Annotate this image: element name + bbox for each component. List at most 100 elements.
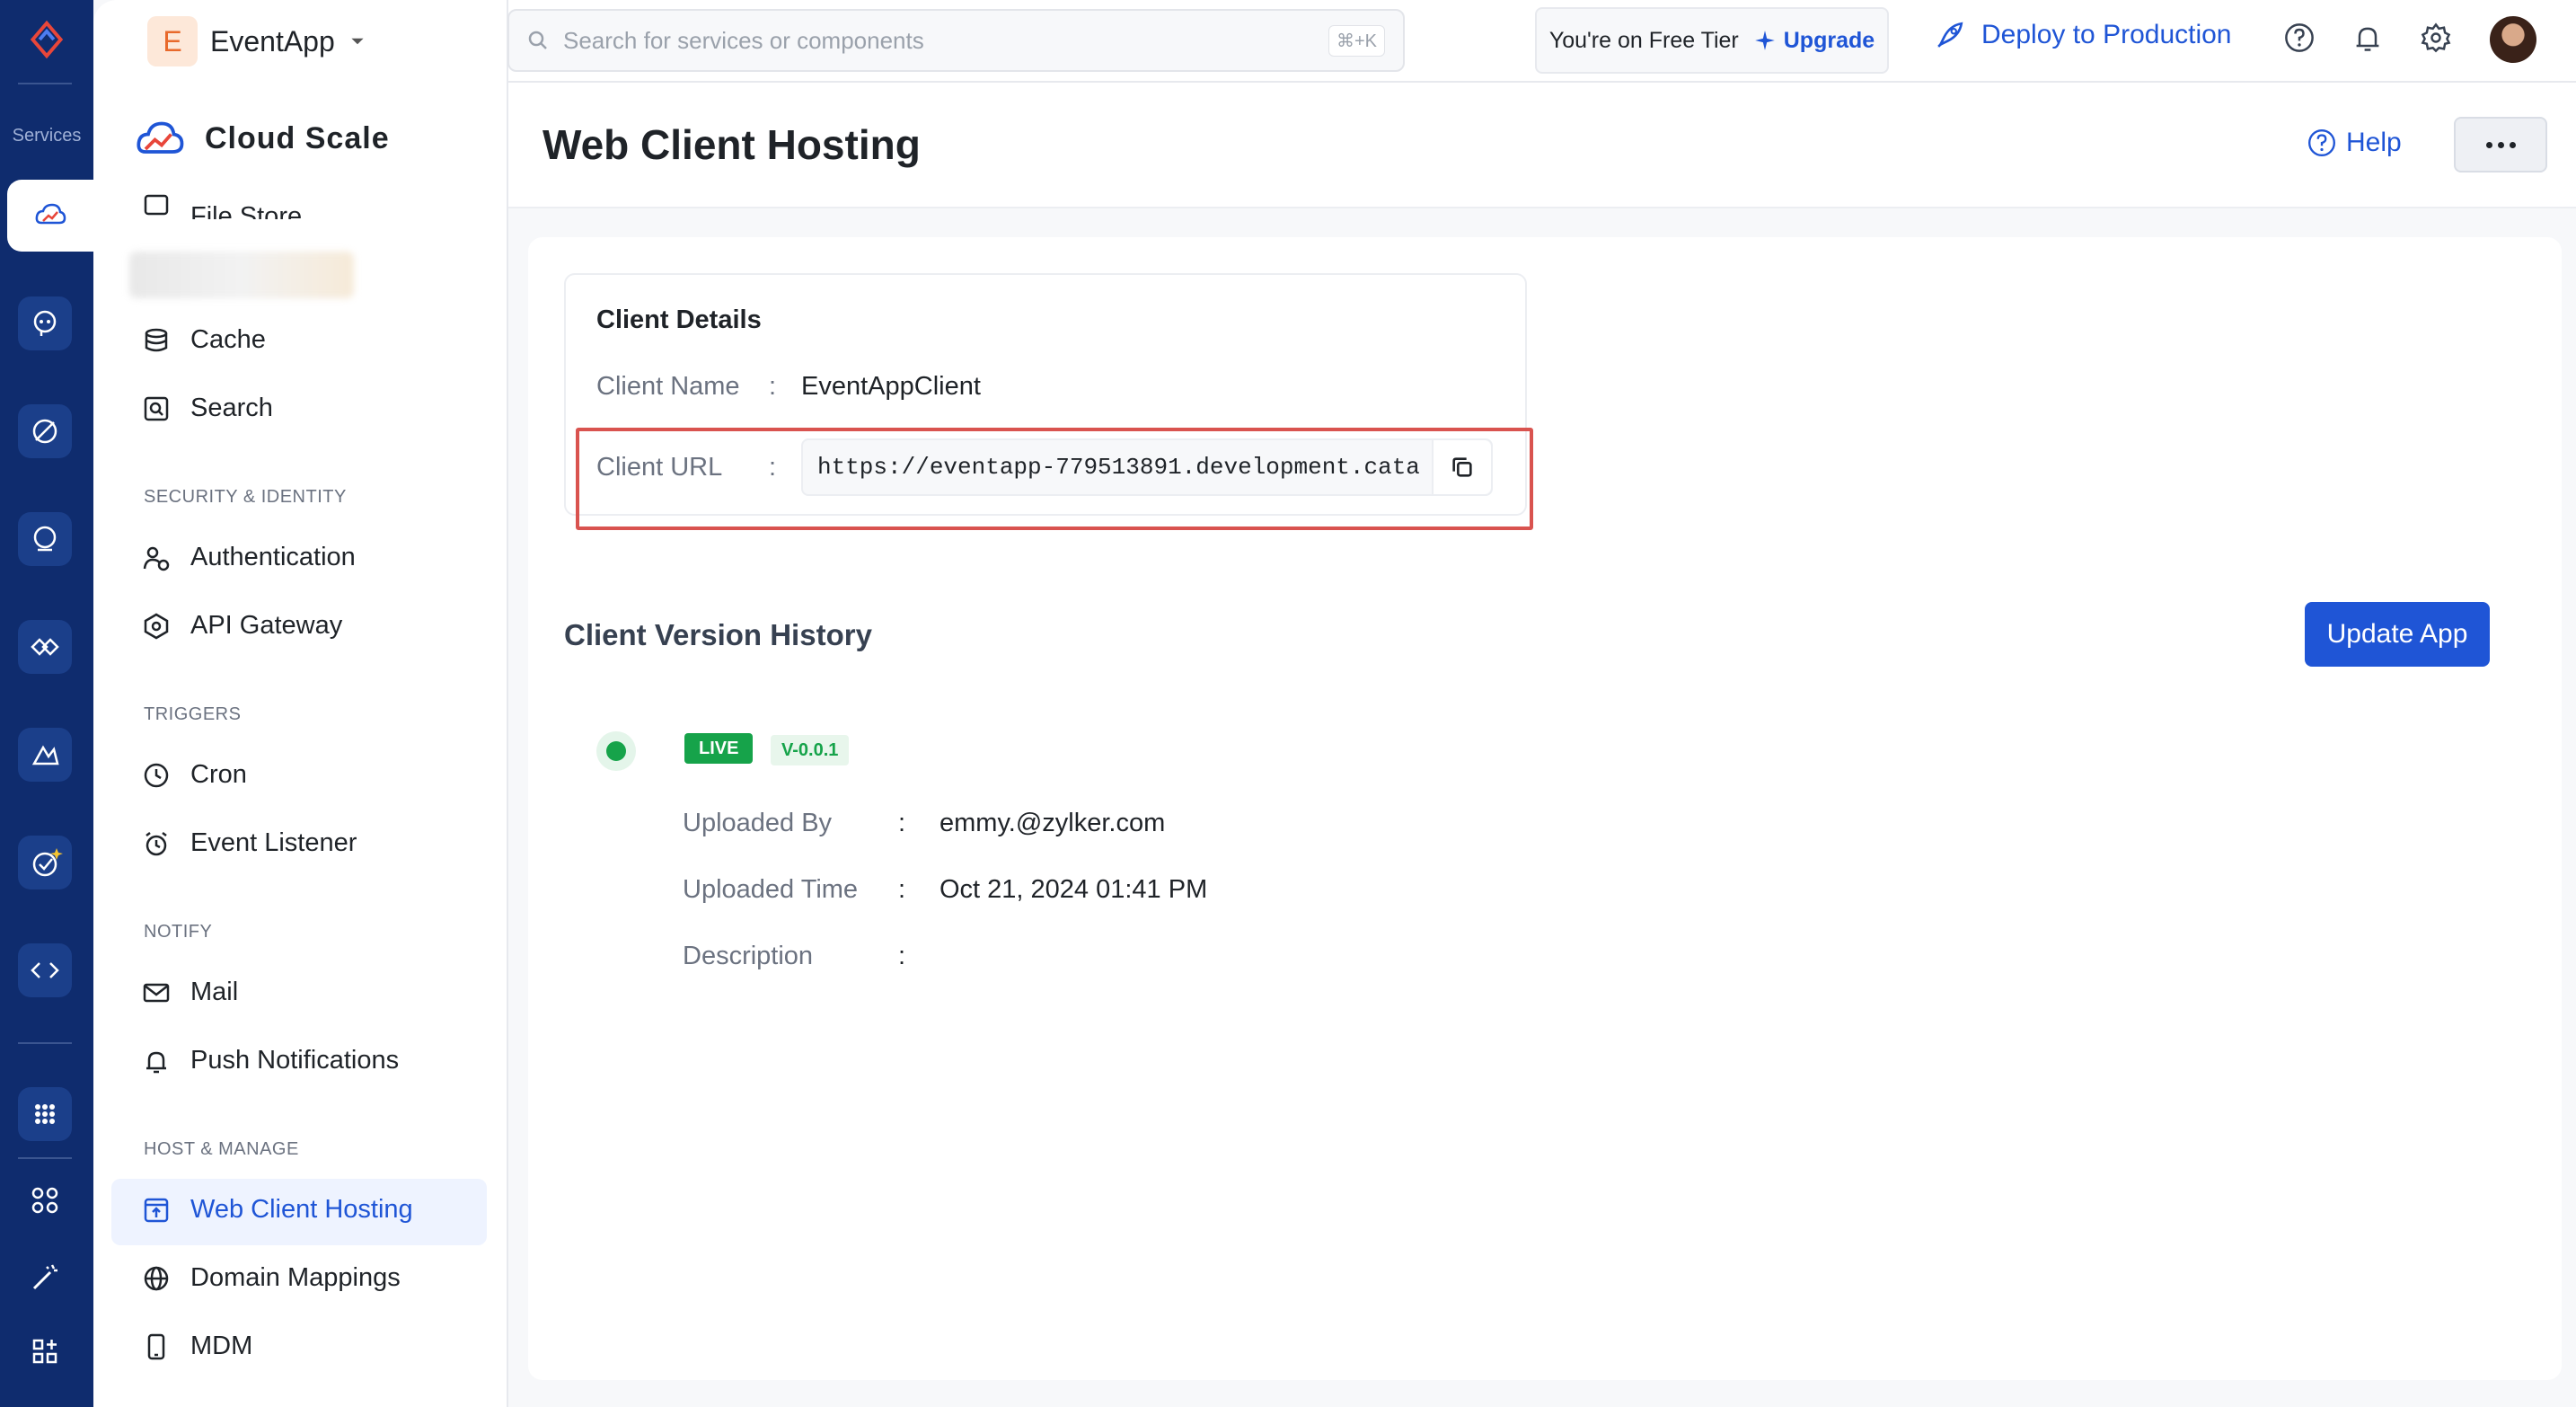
search-shortcut: ⌘+K [1328, 24, 1385, 57]
help-label: Help [2346, 128, 2402, 157]
project-avatar: E [147, 16, 198, 66]
description-label: Description [683, 942, 814, 970]
globe-icon [144, 1266, 169, 1290]
cloud-scale-icon [137, 121, 184, 154]
sidebar-item-label: Web Client Hosting [190, 1195, 413, 1224]
more-options-button[interactable] [2454, 117, 2547, 173]
sidebar-item-label: Mail [190, 978, 239, 1006]
version-badge: V-0.0.1 [771, 735, 850, 765]
update-app-button[interactable]: Update App [2305, 602, 2490, 667]
section-heading-security: SECURITY & IDENTITY [144, 487, 347, 507]
live-badge: LIVE [684, 733, 754, 764]
uploaded-by-label: Uploaded By [683, 809, 833, 837]
upload-window-icon [144, 1198, 169, 1222]
sparkle-icon [1754, 31, 1775, 50]
service-sidebar: E EventApp Cloud Scale File Store Cache … [93, 0, 508, 1407]
user-avatar[interactable] [2490, 16, 2536, 63]
version-history-title: Client Version History [564, 618, 872, 651]
section-title: Cloud Scale [205, 120, 390, 155]
project-name: EventApp [210, 24, 335, 58]
sidebar-item-web-client-hosting[interactable]: Web Client Hosting [142, 1195, 413, 1225]
chevron-down-icon [351, 38, 364, 45]
help-link[interactable]: Help [2307, 128, 2402, 158]
sidebar-item-label: Authentication [190, 543, 356, 571]
deploy-label: Deploy to Production [1981, 20, 2232, 49]
folder-icon [144, 194, 169, 216]
rail-divider [18, 1042, 72, 1044]
rail-pipelines-icon[interactable] [18, 404, 72, 458]
url-highlight-box [576, 428, 1533, 530]
bell-icon [146, 1051, 166, 1073]
sidebar-item-label: Search [190, 394, 273, 422]
section-heading-notify: NOTIFY [144, 922, 213, 942]
phone-icon [147, 1333, 165, 1359]
blurred-item [129, 252, 354, 298]
rail-zia-icon[interactable] [18, 728, 72, 782]
colon: : [898, 809, 906, 837]
colon: : [769, 372, 777, 401]
client-name-value: EventAppClient [801, 372, 981, 401]
rail-cloud-scale-icon[interactable] [7, 180, 93, 252]
help-icon [2308, 129, 2335, 156]
sidebar-item-cache[interactable]: Cache [142, 325, 266, 355]
magic-wand-icon[interactable] [18, 1251, 72, 1305]
gateway-icon [144, 613, 169, 639]
help-circle-icon[interactable] [2281, 20, 2317, 56]
section-heading-host: HOST & MANAGE [144, 1139, 299, 1159]
services-label: Services [12, 126, 82, 146]
rail-devops-icon[interactable] [18, 836, 72, 889]
sidebar-item-api-gateway[interactable]: API Gateway [142, 611, 342, 641]
integrations-icon[interactable] [18, 1173, 72, 1227]
alarm-icon [146, 831, 167, 855]
page-title: Web Client Hosting [543, 121, 921, 168]
rail-divider [18, 1157, 72, 1159]
live-status-dot [596, 731, 636, 771]
service-rail: Services [0, 0, 93, 1407]
rail-slate-icon[interactable] [18, 943, 72, 997]
rail-quickml-icon[interactable] [18, 512, 72, 566]
rocket-icon [1937, 22, 1963, 48]
sidebar-item-cron[interactable]: Cron [142, 760, 247, 790]
sidebar-item-mdm[interactable]: MDM [142, 1332, 252, 1361]
sidebar-item-label: Cache [190, 325, 266, 354]
sidebar-item-mail[interactable]: Mail [142, 978, 238, 1007]
rail-divider [18, 83, 72, 84]
sidebar-item-authentication[interactable]: Authentication [142, 543, 356, 572]
settings-gear-icon[interactable] [2418, 20, 2454, 56]
tier-text: You're on Free Tier [1548, 27, 1739, 53]
sidebar-item-file-store[interactable]: File Store [142, 190, 302, 219]
sidebar-item-label: File Store [190, 202, 303, 219]
search-icon [528, 31, 547, 49]
project-selector[interactable]: E EventApp [147, 16, 367, 66]
colon: : [898, 875, 906, 904]
apps-grid-icon[interactable] [18, 1087, 72, 1141]
uploaded-by-row: Uploaded By : emmy.@zylker.com [683, 809, 1165, 838]
client-details-title: Client Details [596, 305, 762, 334]
search-input[interactable]: Search for services or components ⌘+K [507, 9, 1405, 72]
notification-bell-icon[interactable] [2350, 20, 2386, 56]
rail-serverless-icon[interactable] [18, 296, 72, 350]
clock-icon [144, 763, 169, 787]
search-placeholder: Search for services or components [563, 26, 924, 54]
uploaded-time-label: Uploaded Time [683, 875, 859, 904]
search-box-icon [144, 396, 169, 420]
add-widget-icon[interactable] [18, 1324, 72, 1378]
sidebar-item-search[interactable]: Search [142, 394, 273, 423]
upgrade-label: Upgrade [1783, 27, 1875, 53]
sidebar-item-label: Event Listener [190, 828, 357, 857]
sidebar-item-domain-mappings[interactable]: Domain Mappings [142, 1263, 401, 1293]
uploaded-time-value: Oct 21, 2024 01:41 PM [940, 875, 1208, 904]
sidebar-item-push-notifications[interactable]: Push Notifications [142, 1046, 399, 1075]
ellipsis-icon [2485, 141, 2492, 148]
sidebar-item-label: Cron [190, 760, 247, 789]
rail-connectors-icon[interactable] [18, 620, 72, 674]
deploy-to-production-button[interactable]: Deploy to Production [1935, 20, 2232, 50]
sidebar-item-label: Push Notifications [190, 1046, 400, 1075]
sidebar-item-label: Domain Mappings [190, 1263, 401, 1292]
client-name-row: Client Name : EventAppClient [596, 372, 981, 402]
sidebar-item-label: API Gateway [190, 611, 343, 640]
sidebar-item-event-listener[interactable]: Event Listener [142, 828, 357, 858]
upgrade-link[interactable]: Upgrade [1753, 28, 1875, 54]
uploaded-time-row: Uploaded Time : Oct 21, 2024 01:41 PM [683, 875, 1207, 905]
catalyst-logo-icon[interactable] [23, 16, 70, 63]
